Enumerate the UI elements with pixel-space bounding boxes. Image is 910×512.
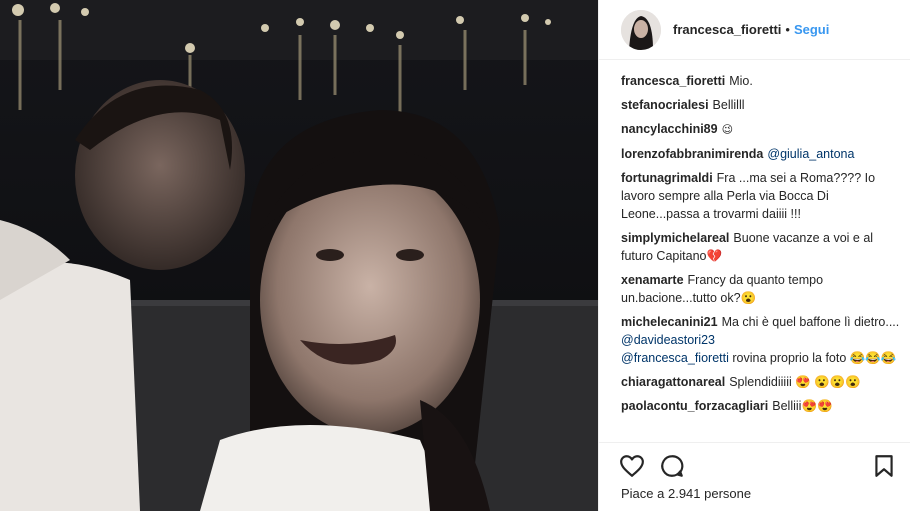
comment-item: xenamarte Francy da quanto tempo un.bacio…: [621, 271, 903, 307]
comment-username[interactable]: chiaragattonareal: [621, 375, 725, 389]
comment-mention[interactable]: @francesca_fioretti: [621, 351, 729, 365]
comments-list[interactable]: francesca_fioretti Mio. stefanocrialesi Be…: [621, 72, 903, 442]
comment-username[interactable]: stefanocrialesi: [621, 98, 709, 112]
comment-username[interactable]: lorenzofabbranimirenda: [621, 147, 763, 161]
comment-username[interactable]: simplymichelareal: [621, 231, 729, 245]
post-photo[interactable]: [0, 0, 598, 511]
speech-bubble-icon[interactable]: [659, 453, 685, 479]
post-side-panel: francesca_fioretti • Segui francesca_fio…: [598, 0, 910, 511]
comment-username[interactable]: fortunagrimaldi: [621, 171, 713, 185]
comment-username[interactable]: michelecanini21: [621, 315, 718, 329]
comment-text: Bellilll: [712, 98, 745, 112]
post-header: francesca_fioretti • Segui: [599, 0, 910, 60]
comment-item: francesca_fioretti Mio.: [621, 72, 903, 90]
comment-mention[interactable]: @giulia_antona: [767, 147, 854, 161]
heart-icon[interactable]: [619, 453, 645, 479]
heart-icon-svg: [620, 455, 644, 477]
comment-text: Mio.: [729, 74, 753, 88]
author-username[interactable]: francesca_fioretti: [673, 22, 781, 37]
post-actions: Piace a 2.941 persone: [599, 442, 910, 512]
comment-item: michelecanini21 Ma chi è quel baffone lì …: [621, 313, 903, 367]
comment-item: simplymichelareal Buone vacanze a voi e a…: [621, 229, 903, 265]
bookmark-icon-svg: [875, 455, 893, 477]
comment-text: Ma chi è quel baffone lì dietro....: [721, 315, 900, 329]
likes-count[interactable]: Piace a 2.941 persone: [621, 486, 751, 501]
comment-username[interactable]: nancylacchini89: [621, 122, 718, 136]
author-avatar[interactable]: [621, 9, 661, 50]
comment-item: stefanocrialesi Bellilll: [621, 96, 903, 114]
comment-text: 😉: [721, 123, 734, 136]
header-separator: •: [785, 22, 790, 37]
bookmark-icon[interactable]: [871, 453, 897, 479]
comment-item: lorenzofabbranimirenda @giulia_antona: [621, 145, 903, 163]
follow-button[interactable]: Segui: [794, 22, 829, 37]
comment-item: fortunagrimaldi Fra ...ma sei a Roma???? …: [621, 169, 903, 223]
comment-item: chiaragattonareal Splendidiiiii 😍 😮😮😮: [621, 373, 903, 391]
comment-text: Splendidiiiii 😍 😮😮😮: [729, 375, 861, 389]
speech-bubble-icon-svg: [661, 455, 684, 477]
comment-mention[interactable]: @davideastori23: [621, 333, 715, 347]
comment-item: nancylacchini89 😉: [621, 120, 903, 139]
comment-username[interactable]: paolacontu_forzacagliari: [621, 399, 768, 413]
comment-text: Belliii😍😍: [772, 399, 833, 413]
comment-text: rovina proprio la foto 😂😂😂: [732, 351, 897, 365]
comment-username[interactable]: xenamarte: [621, 273, 684, 287]
comment-username[interactable]: francesca_fioretti: [621, 74, 725, 88]
selfie-photo-image: [0, 0, 598, 511]
comment-item: paolacontu_forzacagliari Belliii😍😍: [621, 397, 903, 415]
instagram-post: francesca_fioretti • Segui francesca_fio…: [0, 0, 910, 511]
avatar-image: [621, 9, 661, 50]
